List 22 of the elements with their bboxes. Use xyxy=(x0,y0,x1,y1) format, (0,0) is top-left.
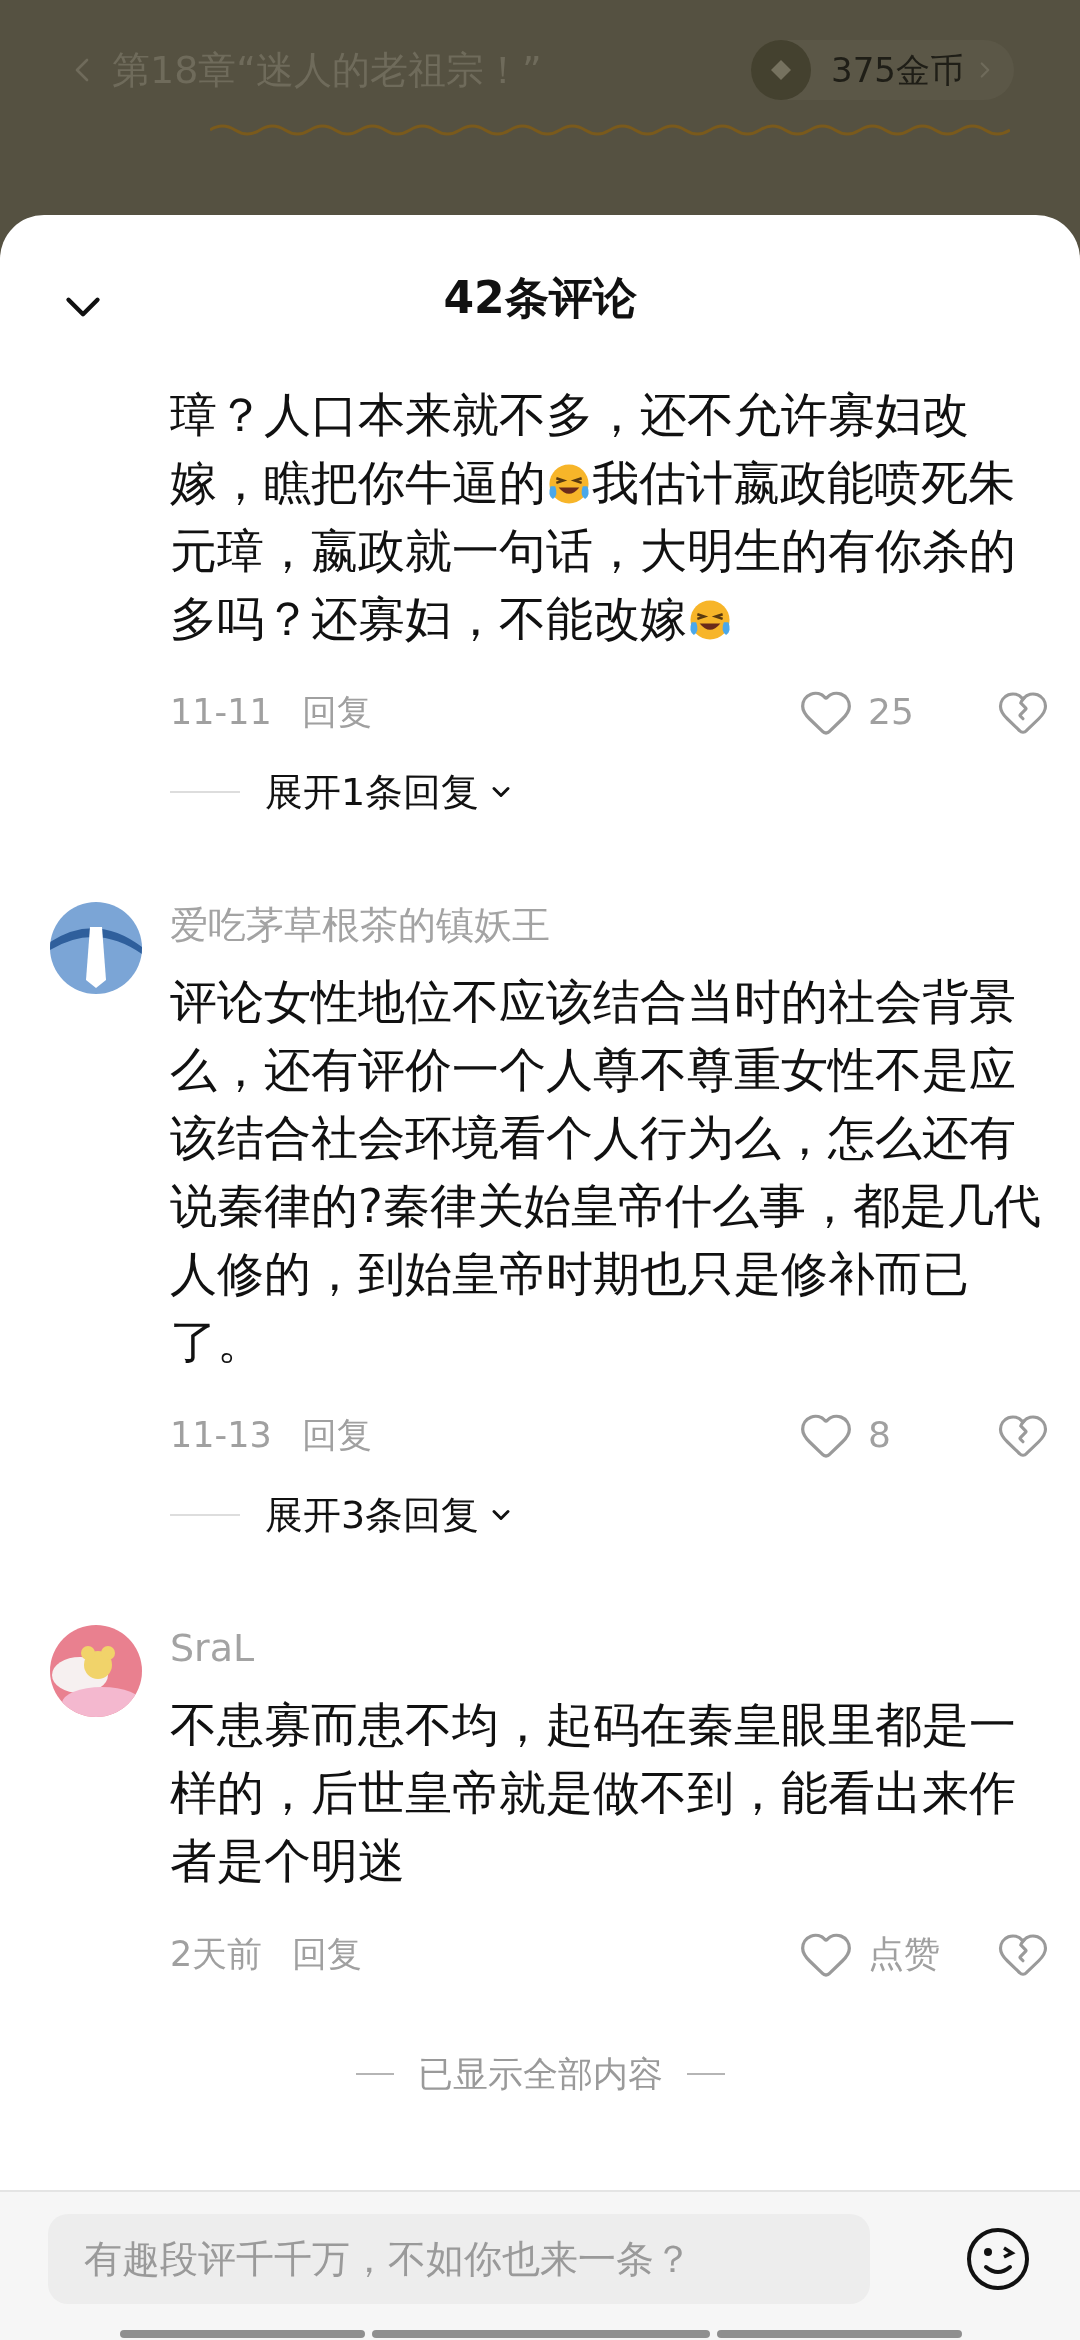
like-button[interactable]: 25 xyxy=(798,684,978,740)
expand-replies-button[interactable]: 展开1条回复 xyxy=(265,763,516,821)
smiley-icon[interactable] xyxy=(966,2227,1030,2291)
comment-time: 11-11 xyxy=(170,690,272,734)
comment-text: 不患寡而患不均，起码在秦皇眼里都是一样的，后世皇帝就是做不到，能看出来作者是个明迷 xyxy=(170,1696,1017,1890)
comment-time: 11-13 xyxy=(170,1413,272,1457)
comment-time: 2天前 xyxy=(170,1932,263,1976)
author-name[interactable]: 爱吃茅草根茶的镇妖王 xyxy=(170,902,550,948)
comment-input-field[interactable]: 有趣段评千千万，不如你也来一条？ xyxy=(48,2214,870,2304)
reply-button[interactable]: 回复 xyxy=(292,1927,363,1981)
coin-icon xyxy=(751,40,812,100)
like-button[interactable]: 8 xyxy=(798,1407,978,1463)
reply-button[interactable]: 回复 xyxy=(301,1408,372,1462)
expand-replies-button[interactable]: 展开3条回复 xyxy=(265,1486,516,1544)
comment-text: 璋？人口本来就不多，还不允许寡妇改嫁，瞧把你牛逼的 我估计嬴政能喷死朱元璋，嬴政就一句话，大明生的有你杀的多吗？还寡妇，不能改嫁 xyxy=(170,386,1017,648)
comment-text: 评论女性地位不应该结合当时的社会背景么，还有评价一个人尊不尊重女性不是应该结合社会环境看个人行为么，怎么还有说秦律的?秦律关始皇帝什么事，都是几代人修的，到始皇帝时期也只是修补而已了。 xyxy=(170,973,1042,1371)
end-of-list-note: 已显示全部内容 xyxy=(417,2053,663,2096)
coin-balance-button[interactable]: 375金币 xyxy=(751,40,1014,100)
reply-button[interactable]: 回复 xyxy=(301,685,372,739)
like-button[interactable]: 点赞 xyxy=(798,1926,978,1982)
author-name[interactable]: SraL xyxy=(170,1625,255,1671)
sheet-title: 42条评论 xyxy=(443,271,637,325)
